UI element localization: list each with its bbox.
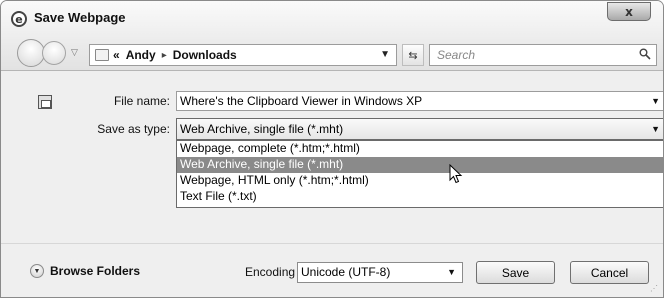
- footer-divider: [1, 243, 663, 244]
- breadcrumb-overflow[interactable]: «: [113, 48, 120, 62]
- save-type-option-webpage-complete[interactable]: Webpage, complete (*.htm;*.html): [177, 141, 663, 157]
- search-icon[interactable]: [639, 48, 651, 60]
- browse-folders-toggle[interactable]: ▼: [30, 264, 44, 278]
- ie-globe-icon: e: [11, 11, 27, 27]
- encoding-select[interactable]: Unicode (UTF-8) ▼: [297, 262, 463, 283]
- cancel-button[interactable]: Cancel: [570, 261, 649, 284]
- save-as-type-dropdown-icon[interactable]: ▼: [651, 119, 660, 139]
- encoding-label: Encoding: [245, 265, 296, 279]
- browse-folders-label[interactable]: Browse Folders: [50, 264, 140, 278]
- save-type-option-text-file[interactable]: Text File (*.txt): [177, 189, 663, 205]
- save-type-option-html-only[interactable]: Webpage, HTML only (*.htm;*.html): [177, 173, 663, 189]
- address-bar[interactable]: « Andy ▸ Downloads ▼: [89, 44, 397, 66]
- save-as-type-value: Web Archive, single file (*.mht): [180, 122, 344, 136]
- close-button[interactable]: x: [607, 2, 651, 21]
- chevron-down-circle-icon: ▼: [33, 267, 41, 275]
- webpage-icon: [38, 95, 52, 109]
- save-type-option-web-archive[interactable]: Web Archive, single file (*.mht): [177, 157, 663, 173]
- title-and-navigation-bar: e Save Webpage x ▽ « Andy ▸ Downloads ▼ …: [1, 1, 663, 71]
- file-name-label: File name:: [113, 94, 170, 108]
- breadcrumb-downloads[interactable]: Downloads: [173, 48, 237, 62]
- breadcrumb-separator-icon[interactable]: ▸: [162, 50, 167, 61]
- mouse-cursor-icon: [449, 164, 463, 184]
- file-name-value: Where's the Clipboard Viewer in Windows …: [180, 94, 423, 108]
- file-name-dropdown-icon[interactable]: ▼: [651, 92, 660, 110]
- dialog-title: Save Webpage: [34, 10, 126, 25]
- save-as-type-select[interactable]: Web Archive, single file (*.mht) ▼: [176, 118, 663, 140]
- breadcrumb-andy[interactable]: Andy: [126, 48, 156, 62]
- save-button[interactable]: Save: [476, 261, 555, 284]
- encoding-dropdown-icon[interactable]: ▼: [447, 263, 456, 282]
- recent-pages-dropdown[interactable]: ▽: [71, 47, 81, 57]
- forward-button[interactable]: [42, 41, 66, 65]
- refresh-button[interactable]: ⇆: [402, 44, 424, 66]
- resize-grip[interactable]: ⋰: [650, 284, 660, 294]
- refresh-icon: ⇆: [408, 48, 418, 62]
- file-name-field[interactable]: Where's the Clipboard Viewer in Windows …: [176, 91, 663, 111]
- search-placeholder: Search: [437, 48, 476, 62]
- folder-icon: [95, 49, 109, 61]
- encoding-value: Unicode (UTF-8): [301, 265, 391, 279]
- back-button[interactable]: [17, 39, 45, 67]
- save-as-type-options: Webpage, complete (*.htm;*.html) Web Arc…: [176, 140, 663, 208]
- save-webpage-dialog: e Save Webpage x ▽ « Andy ▸ Downloads ▼ …: [0, 0, 664, 298]
- address-dropdown-icon[interactable]: ▼: [380, 49, 390, 60]
- save-as-type-label: Save as type:: [97, 122, 170, 136]
- search-input[interactable]: Search: [429, 44, 657, 66]
